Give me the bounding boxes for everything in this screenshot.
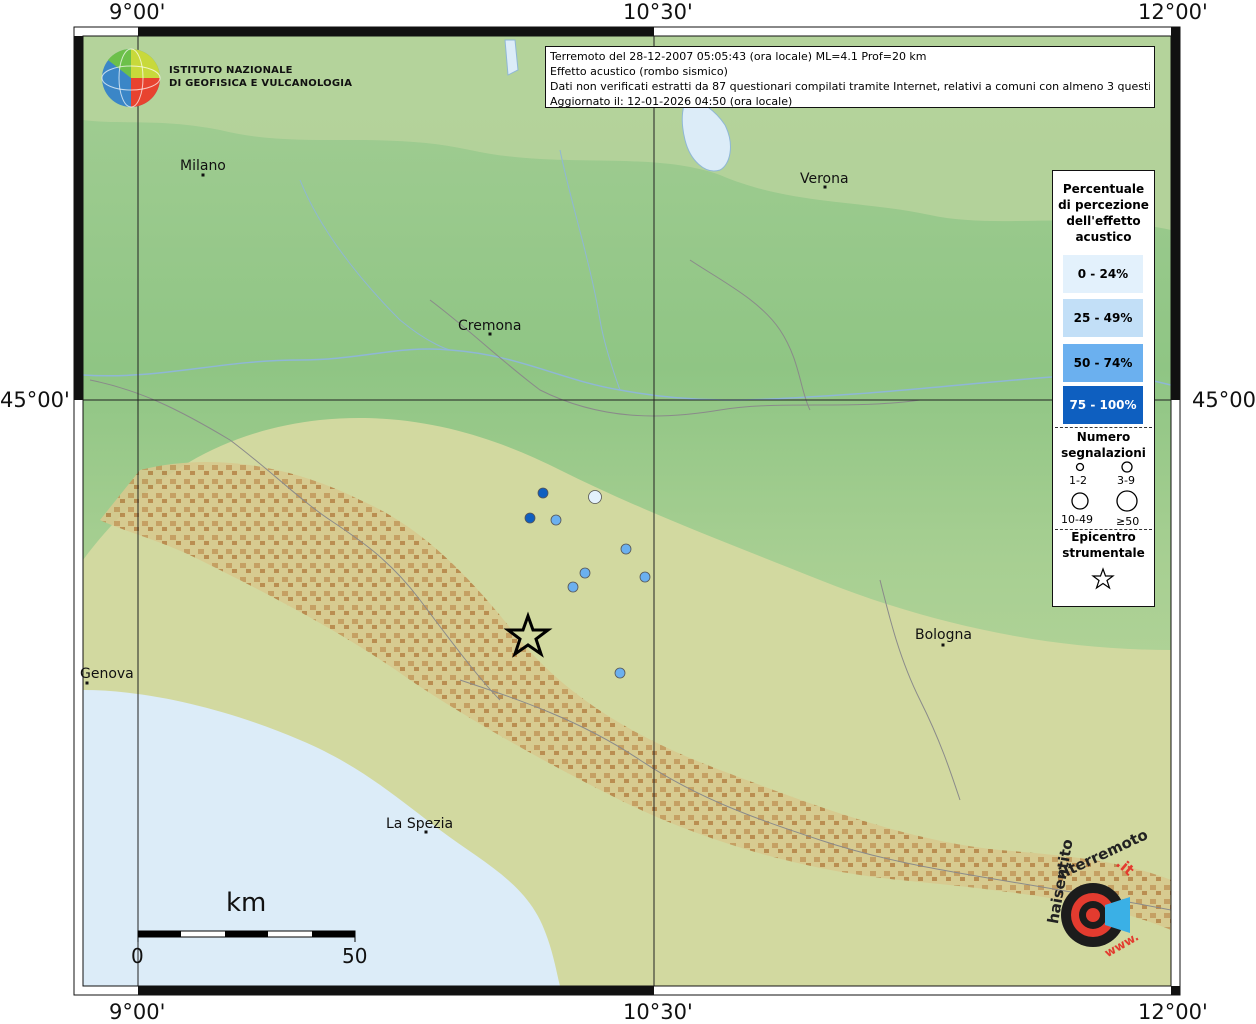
legend-size-symbols bbox=[1071, 461, 1138, 512]
frame-top-seg2 bbox=[1171, 27, 1180, 36]
legend-class-2: 50 - 74% bbox=[1063, 344, 1143, 382]
coord-top-9: 9°00' bbox=[109, 0, 166, 24]
observation-point bbox=[588, 490, 602, 504]
event-effect: Effetto acustico (rombo sismico) bbox=[550, 65, 728, 78]
frame-top-seg1 bbox=[138, 27, 654, 36]
observation-point bbox=[567, 581, 579, 593]
legend-size-3-9: 3-9 bbox=[1117, 474, 1135, 487]
frame-bottom-seg1 bbox=[138, 986, 654, 995]
legend-percent-title: Percentuale di percezione dell'effetto a… bbox=[1053, 181, 1154, 245]
city-bologna: Bologna bbox=[915, 627, 972, 643]
event-title: Terremoto del 28-12-2007 05:05:43 (ora l… bbox=[550, 50, 927, 63]
ingv-logo-text: ISTITUTO NAZIONALE DI GEOFISICA E VULCAN… bbox=[169, 64, 352, 90]
observation-point bbox=[614, 667, 626, 679]
legend-separator bbox=[1055, 427, 1152, 428]
legend-size-10-49: 10-49 bbox=[1061, 513, 1093, 526]
coord-bottom-12: 12°00' bbox=[1138, 1000, 1208, 1024]
ingv-line1: ISTITUTO NAZIONALE bbox=[169, 65, 293, 76]
city-marker bbox=[941, 643, 945, 647]
city-milano: Milano bbox=[180, 158, 226, 174]
legend-count-line: Numero bbox=[1076, 430, 1131, 444]
legend-size-1-2: 1-2 bbox=[1069, 474, 1087, 487]
observation-point bbox=[639, 571, 651, 583]
legend-title-line: dell'effetto bbox=[1066, 214, 1141, 228]
city-genova: Genova bbox=[80, 666, 134, 682]
coord-left-45: 45°00' bbox=[0, 388, 70, 412]
legend-star-icon bbox=[1091, 567, 1115, 590]
legend-count-title: Numero segnalazioni bbox=[1053, 429, 1154, 461]
observation-point bbox=[537, 487, 549, 499]
legend-class-0: 0 - 24% bbox=[1063, 255, 1143, 293]
coord-bottom-10-30: 10°30' bbox=[623, 1000, 693, 1024]
legend-size-50: ≥50 bbox=[1116, 515, 1140, 528]
observation-point bbox=[579, 567, 591, 579]
frame-right-seg bbox=[1171, 36, 1180, 400]
coord-bottom-9: 9°00' bbox=[109, 1000, 166, 1024]
legend-title-line: Percentuale bbox=[1062, 182, 1145, 196]
legend-epicenter-title: Epicentro strumentale bbox=[1053, 529, 1154, 561]
event-data-note: Dati non verificati estratti da 87 quest… bbox=[550, 80, 1150, 93]
legend-epi-line: Epicentro bbox=[1071, 530, 1136, 544]
observation-point bbox=[550, 514, 562, 526]
coord-right-45: 45°00' bbox=[1192, 388, 1256, 412]
scale-end: 50 bbox=[342, 944, 368, 968]
watermark-bottom: www. bbox=[1102, 929, 1142, 961]
city-la-spezia: La Spezia bbox=[386, 816, 454, 832]
coord-top-10-30: 10°30' bbox=[623, 0, 693, 24]
scale-start: 0 bbox=[131, 944, 144, 968]
event-updated: Aggiornato il: 12-01-2026 04:50 (ora loc… bbox=[550, 95, 793, 108]
frame-left-seg bbox=[74, 36, 83, 400]
frame-bottom-seg2 bbox=[1171, 986, 1180, 995]
legend-class-1: 25 - 49% bbox=[1063, 299, 1143, 337]
watermark-text: haisentito ilterremoto .it www. bbox=[1042, 825, 1172, 972]
city-cremona: Cremona bbox=[458, 318, 522, 334]
observation-point bbox=[620, 543, 632, 555]
legend-class-3: 75 - 100% bbox=[1063, 386, 1143, 424]
event-info-box: Terremoto del 28-12-2007 05:05:43 (ora l… bbox=[545, 46, 1155, 108]
legend-epi-line: strumentale bbox=[1062, 546, 1145, 560]
city-verona: Verona bbox=[800, 171, 849, 187]
observation-point bbox=[524, 512, 536, 524]
scale-unit: km bbox=[226, 888, 267, 918]
legend-panel: Percentuale di percezione dell'effetto a… bbox=[1052, 170, 1155, 607]
ingv-logo-icon bbox=[101, 48, 161, 108]
legend-title-line: di percezione bbox=[1058, 198, 1149, 212]
ingv-line2: DI GEOFISICA E VULCANOLOGIA bbox=[169, 78, 353, 89]
legend-title-line: acustico bbox=[1075, 230, 1132, 244]
coord-top-12: 12°00' bbox=[1138, 0, 1208, 24]
